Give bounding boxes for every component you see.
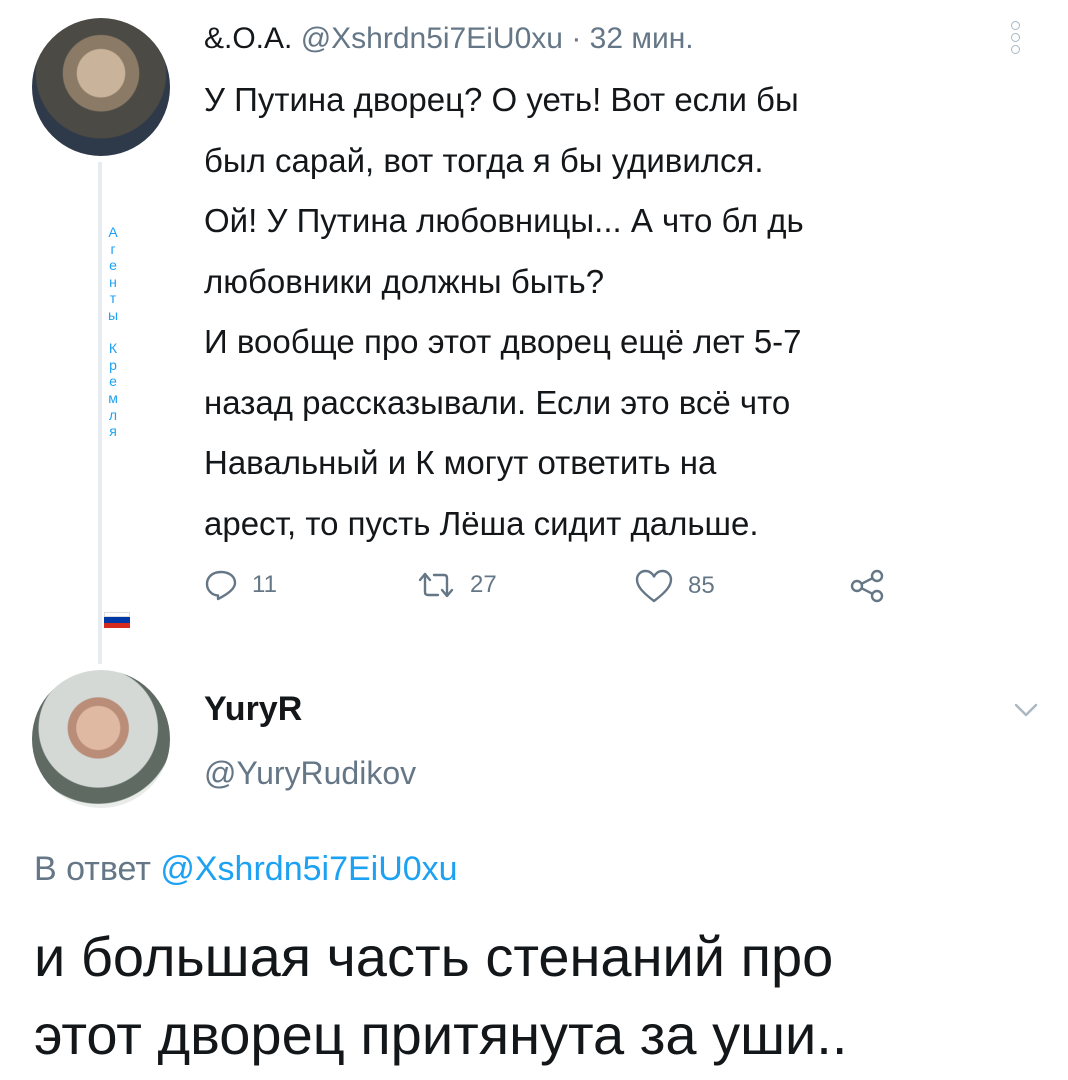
- vertical-label: А г е н т ы К р е м л я: [107, 224, 119, 440]
- reply-mention-link[interactable]: @Xshrdn5i7EiU0xu: [160, 850, 457, 888]
- author-name[interactable]: &.О.А.: [204, 22, 292, 55]
- tweet-time[interactable]: · 32 мин.: [571, 22, 693, 55]
- reply-icon: [205, 570, 237, 601]
- retweet-icon: [418, 572, 454, 598]
- flag-stripe-red: [104, 622, 130, 628]
- retweet-button[interactable]: 27: [416, 568, 497, 602]
- like-count: 85: [688, 572, 715, 599]
- reply-context: В ответ @Xshrdn5i7EiU0xu: [34, 850, 458, 889]
- reply-button[interactable]: 11: [204, 568, 277, 602]
- russian-flag-icon: [104, 612, 130, 628]
- author-handle[interactable]: @Xshrdn5i7EiU0xu: [301, 22, 563, 55]
- tweet-text: У Путина дворец? О уеть! Вот если бы был…: [204, 81, 804, 542]
- heart-icon: [635, 569, 673, 603]
- tweet-header: &.О.А. @Xshrdn5i7EiU0xu · 32 мин.: [204, 22, 694, 56]
- more-icon[interactable]: [1006, 18, 1024, 62]
- avatar[interactable]: [32, 18, 170, 156]
- like-button[interactable]: 85: [634, 568, 715, 604]
- chevron-down-icon[interactable]: [1014, 702, 1038, 718]
- reply-avatar[interactable]: [32, 670, 170, 808]
- retweet-count: 27: [470, 571, 497, 598]
- share-icon: [850, 569, 884, 603]
- thread-line: [98, 162, 102, 664]
- share-button[interactable]: [848, 568, 886, 604]
- reply-author-handle[interactable]: @YuryRudikov: [204, 755, 416, 792]
- reply-prefix: В ответ: [34, 850, 151, 888]
- reply-author-name[interactable]: YuryR: [204, 690, 302, 729]
- reply-count: 11: [252, 571, 277, 598]
- reply-text: и большая часть стенаний про этот дворец…: [34, 925, 848, 1066]
